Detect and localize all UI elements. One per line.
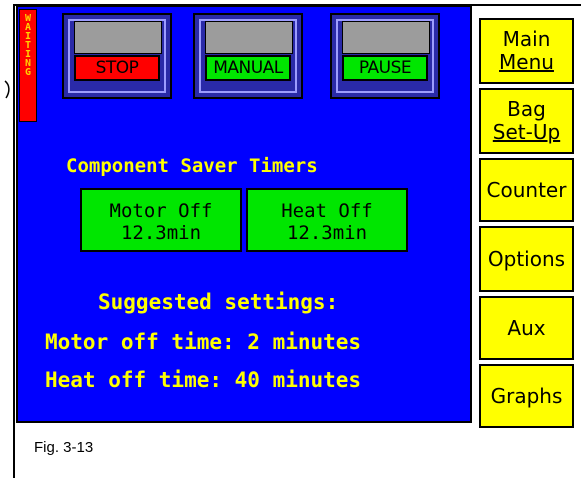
manual-button[interactable]: MANUAL	[205, 55, 291, 81]
heat-off-timer-button[interactable]: Heat Off 12.3min	[246, 188, 408, 252]
status-letter: G	[24, 67, 32, 78]
suggested-title: Suggested settings:	[98, 290, 339, 314]
options-button[interactable]: Options	[479, 226, 574, 292]
graphs-label: Graphs	[490, 383, 563, 408]
motor-timer-label: Motor Off	[109, 200, 213, 222]
heat-timer-value: 12.3min	[286, 222, 368, 244]
aux-button[interactable]: Aux	[479, 296, 574, 360]
graphs-button[interactable]: Graphs	[479, 364, 574, 428]
suggested-motor: Motor off time: 2 minutes	[45, 330, 362, 354]
bag-setup-button[interactable]: Bag Set-Up	[479, 88, 574, 154]
aux-label: Aux	[507, 315, 546, 340]
stop-button[interactable]: STOP	[74, 55, 160, 81]
motor-timer-value: 12.3min	[120, 222, 202, 244]
figure-caption: Fig. 3-13	[34, 439, 94, 456]
bag-setup-label-2: Set-Up	[492, 120, 561, 144]
stop-group: STOP	[62, 13, 172, 99]
counter-button[interactable]: Counter	[479, 158, 574, 222]
suggested-heat: Heat off time: 40 minutes	[45, 368, 362, 392]
pause-group: PAUSE	[330, 13, 440, 99]
pointer-mark	[4, 80, 10, 99]
options-label: Options	[487, 246, 566, 271]
main-menu-button[interactable]: Main Menu	[479, 18, 574, 84]
motor-off-timer-button[interactable]: Motor Off 12.3min	[80, 188, 242, 252]
manual-group: MANUAL	[193, 13, 303, 99]
manual-indicator-panel	[205, 21, 293, 54]
status-indicator: W A I T I N G	[19, 9, 37, 122]
counter-label: Counter	[486, 177, 567, 202]
bag-setup-label-1: Bag	[507, 97, 546, 121]
main-menu-label-1: Main	[502, 27, 551, 51]
timers-heading: Component Saver Timers	[66, 155, 318, 177]
main-menu-label-2: Menu	[499, 50, 554, 74]
stop-indicator-panel	[74, 21, 162, 54]
pause-indicator-panel	[342, 21, 430, 54]
heat-timer-label: Heat Off	[281, 200, 373, 222]
pause-button[interactable]: PAUSE	[342, 55, 428, 81]
